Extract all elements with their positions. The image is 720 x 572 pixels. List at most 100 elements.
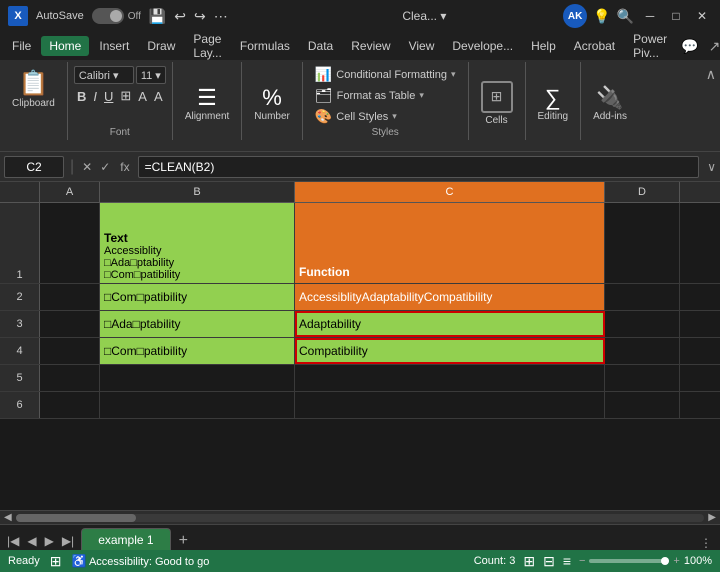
fill-color-button[interactable]: A	[136, 87, 149, 106]
cell-c4[interactable]: Compatibility	[295, 338, 605, 364]
border-button[interactable]: ⊞	[118, 86, 133, 106]
cell-a4[interactable]	[40, 338, 100, 364]
menu-review[interactable]: Review	[343, 36, 398, 56]
addins-button[interactable]: 🔌 Add-ins	[587, 82, 633, 125]
menu-developer[interactable]: Develope...	[444, 36, 521, 56]
add-sheet-button[interactable]: +	[171, 532, 196, 550]
menu-data[interactable]: Data	[300, 36, 341, 56]
alignment-button[interactable]: ☰ Alignment	[179, 82, 235, 125]
cell-c1[interactable]: Function	[295, 203, 605, 283]
cell-a1[interactable]	[40, 203, 100, 283]
cell-c2[interactable]: AccessiblityAdaptabilityCompatibility	[295, 284, 605, 310]
menu-home[interactable]: Home	[41, 36, 89, 56]
scroll-left-icon[interactable]: ◀	[0, 512, 16, 523]
save-icon[interactable]: 💾	[149, 8, 166, 25]
page-layout-icon[interactable]: ⊟	[543, 553, 555, 570]
menu-formulas[interactable]: Formulas	[232, 36, 298, 56]
fx-icon[interactable]: fx	[116, 160, 133, 174]
cell-d2[interactable]	[605, 284, 680, 310]
italic-button[interactable]: I	[91, 87, 99, 106]
sheet-nav-last[interactable]: ▶|	[59, 532, 77, 550]
cell-styles-button[interactable]: 🎨 Cell Styles ▾	[311, 106, 460, 127]
sheet-nav-prev[interactable]: ◀	[24, 532, 39, 550]
cell-b1[interactable]: Text Accessiblity □Ada□ptability □Com□pa…	[100, 203, 295, 283]
col-header-b[interactable]: B	[100, 182, 295, 202]
normal-view-icon[interactable]: ⊞	[523, 553, 535, 570]
sheet-options-icon[interactable]: ⋮	[692, 536, 720, 550]
undo-icon[interactable]: ↩	[174, 8, 186, 25]
font-color-button[interactable]: A	[152, 87, 165, 106]
cell-a3[interactable]	[40, 311, 100, 337]
cancel-formula-icon[interactable]: ✕	[80, 160, 94, 174]
menu-insert[interactable]: Insert	[91, 36, 137, 56]
scroll-right-icon[interactable]: ▶	[704, 512, 720, 523]
confirm-formula-icon[interactable]: ✓	[98, 160, 112, 174]
menu-help[interactable]: Help	[523, 36, 564, 56]
search-icon[interactable]: 🔍	[617, 8, 634, 25]
page-break-icon[interactable]: ≡	[563, 553, 571, 569]
comments-icon[interactable]: 💬	[677, 38, 702, 55]
scroll-thumb[interactable]	[16, 514, 136, 522]
menu-file[interactable]: File	[4, 36, 39, 56]
filename: Clea... ▾	[286, 9, 564, 23]
scroll-track[interactable]	[16, 514, 705, 522]
zoom-control[interactable]: − + 100%	[579, 555, 712, 567]
cell-b3[interactable]: □Ada□ptability	[100, 311, 295, 337]
formula-input[interactable]	[138, 156, 700, 178]
cell-a5[interactable]	[40, 365, 100, 391]
horizontal-scrollbar[interactable]: ◀ ▶	[0, 510, 720, 524]
cell-d6[interactable]	[605, 392, 680, 418]
bold-button[interactable]: B	[75, 87, 88, 106]
cell-b2[interactable]: □Com□patibility	[100, 284, 295, 310]
cells-button[interactable]: ⊞ Cells	[475, 78, 519, 129]
clipboard-button[interactable]: 📋 Clipboard	[6, 66, 61, 112]
cell-d3[interactable]	[605, 311, 680, 337]
cell-a6[interactable]	[40, 392, 100, 418]
zoom-slider[interactable]	[589, 559, 669, 563]
cell-c6[interactable]	[295, 392, 605, 418]
cell-b5[interactable]	[100, 365, 295, 391]
cell-b4[interactable]: □Com□patibility	[100, 338, 295, 364]
avatar[interactable]: AK	[563, 4, 587, 28]
menu-view[interactable]: View	[401, 36, 443, 56]
lightbulb-icon[interactable]: 💡	[593, 8, 610, 25]
minimize-button[interactable]: ─	[640, 6, 660, 26]
editing-button[interactable]: ∑ Editing	[532, 82, 575, 125]
cell-c5[interactable]	[295, 365, 605, 391]
status-icon1[interactable]: ⊞	[50, 553, 62, 570]
share-icon[interactable]: ↗	[705, 38, 720, 55]
cell-reference-input[interactable]	[4, 156, 64, 178]
zoom-in-icon[interactable]: +	[673, 555, 679, 567]
autosave-toggle[interactable]: Off	[92, 8, 141, 24]
maximize-button[interactable]: □	[666, 6, 686, 26]
ribbon-collapse-icon[interactable]: ∧	[706, 66, 716, 83]
menu-pagelayout[interactable]: Page Lay...	[185, 29, 229, 63]
zoom-out-icon[interactable]: −	[579, 555, 585, 567]
col-header-d[interactable]: D	[605, 182, 680, 202]
cell-d1[interactable]	[605, 203, 680, 283]
col-header-a[interactable]: A	[40, 182, 100, 202]
sheet-nav-first[interactable]: |◀	[4, 532, 22, 550]
formula-expand-icon[interactable]: ∨	[707, 160, 716, 174]
col-header-c[interactable]: C	[295, 182, 605, 202]
close-button[interactable]: ✕	[692, 6, 712, 26]
conditional-formatting-button[interactable]: 📊 Conditional Formatting ▾	[311, 64, 460, 85]
menu-powerpivot[interactable]: Power Piv...	[625, 29, 675, 63]
cell-d4[interactable]	[605, 338, 680, 364]
cell-d5[interactable]	[605, 365, 680, 391]
number-button[interactable]: % Number	[248, 82, 296, 125]
sheet-tab-example1[interactable]: example 1	[81, 528, 170, 550]
cell-a2[interactable]	[40, 284, 100, 310]
redo-icon[interactable]: ↪	[194, 8, 206, 25]
underline-button[interactable]: U	[102, 87, 115, 106]
cell-c3[interactable]: Adaptability	[295, 311, 605, 337]
cell-b6[interactable]	[100, 392, 295, 418]
ribbon-expand[interactable]: ∧	[706, 62, 720, 140]
format-as-table-button[interactable]: 🗂 Format as Table ▾	[311, 85, 460, 106]
sheet-nav-next[interactable]: ▶	[42, 532, 57, 550]
menu-draw[interactable]: Draw	[139, 36, 183, 56]
font-size-dropdown[interactable]: 11 ▾	[136, 66, 166, 84]
font-name-dropdown[interactable]: Calibri ▾	[74, 66, 134, 84]
menu-acrobat[interactable]: Acrobat	[566, 36, 623, 56]
more-icon[interactable]: ⋯	[214, 8, 228, 25]
